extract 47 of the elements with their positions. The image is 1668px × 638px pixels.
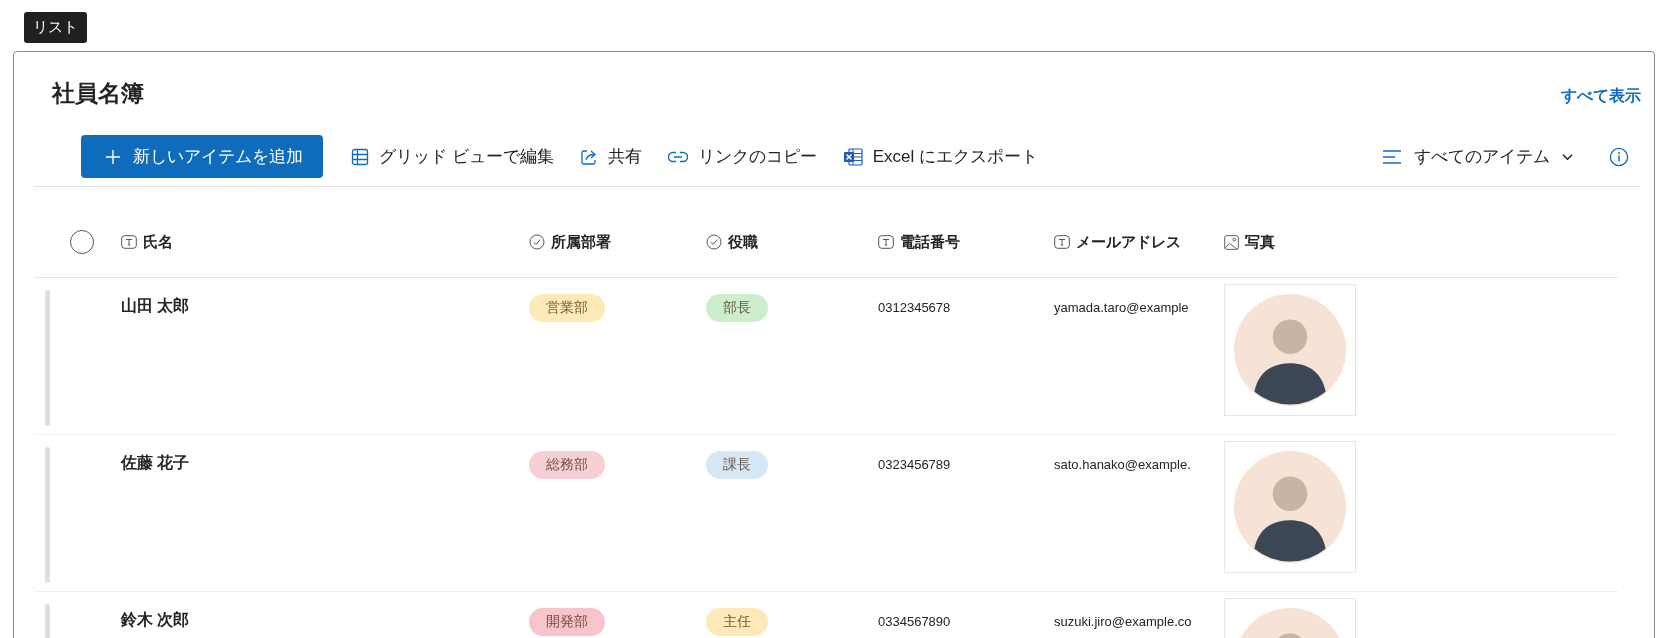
phone-cell: 0323456789 [878, 457, 951, 472]
department-tag: 営業部 [529, 294, 605, 322]
column-header[interactable]: 氏名 [143, 232, 173, 252]
new-item-button[interactable]: 新しいアイテムを追加 [81, 135, 323, 178]
row-handle[interactable] [45, 447, 50, 583]
text-type-icon [121, 235, 137, 249]
check-circle-icon [529, 234, 545, 250]
toolbar-action[interactable]: Excel にエクスポート [832, 139, 1049, 174]
chevron-down-icon [1562, 152, 1573, 161]
column-header[interactable]: メールアドレス [1076, 232, 1181, 252]
email-cell: yamada.taro@example [1054, 300, 1189, 315]
toolbar-action[interactable]: リンクのコピー [657, 139, 827, 174]
column-header[interactable]: 役職 [728, 232, 758, 252]
column-header[interactable]: 所属部署 [551, 232, 611, 252]
see-all-link[interactable]: すべて表示 [1561, 86, 1641, 107]
column-header[interactable]: 写真 [1245, 232, 1275, 252]
email-cell: suzuki.jiro@example.co [1054, 614, 1192, 629]
row-handle[interactable] [45, 290, 50, 426]
spreadsheet-icon [842, 147, 863, 166]
name-cell-text: 山田 太郎 [121, 296, 190, 316]
position-tag: 部長 [706, 294, 768, 322]
plus-icon [105, 148, 121, 165]
name-cell-text: 鈴木 次郎 [121, 610, 190, 630]
share-icon [579, 147, 598, 166]
toolbar-action[interactable]: 共有 [569, 139, 652, 174]
department-tag: 開発部 [529, 608, 605, 636]
text-type-icon [878, 235, 894, 249]
avatar-silhouette-icon [1234, 451, 1346, 563]
text-type-icon [1054, 235, 1070, 249]
avatar-silhouette-icon [1234, 294, 1346, 406]
grid-icon [351, 147, 369, 166]
image-icon [1224, 234, 1239, 250]
email-cell: sato.hanako@example. [1054, 457, 1191, 472]
toolbar-action[interactable]: グリッド ビューで編集 [341, 139, 564, 174]
lines-icon [1382, 148, 1402, 165]
phone-cell: 0334567890 [878, 614, 951, 629]
position-tag: 課長 [706, 451, 768, 479]
name-cell-text: 佐藤 花子 [121, 453, 190, 473]
info-icon [1609, 146, 1629, 167]
link-icon [667, 150, 688, 163]
position-tag: 主任 [706, 608, 768, 636]
column-header[interactable]: 電話番号 [900, 232, 960, 252]
view-selector[interactable]: すべてのアイテム [1372, 139, 1583, 174]
check-circle-icon [706, 234, 722, 250]
department-tag: 総務部 [529, 451, 605, 479]
list-title: 社員名簿 [52, 79, 144, 108]
phone-cell: 0312345678 [878, 300, 951, 315]
